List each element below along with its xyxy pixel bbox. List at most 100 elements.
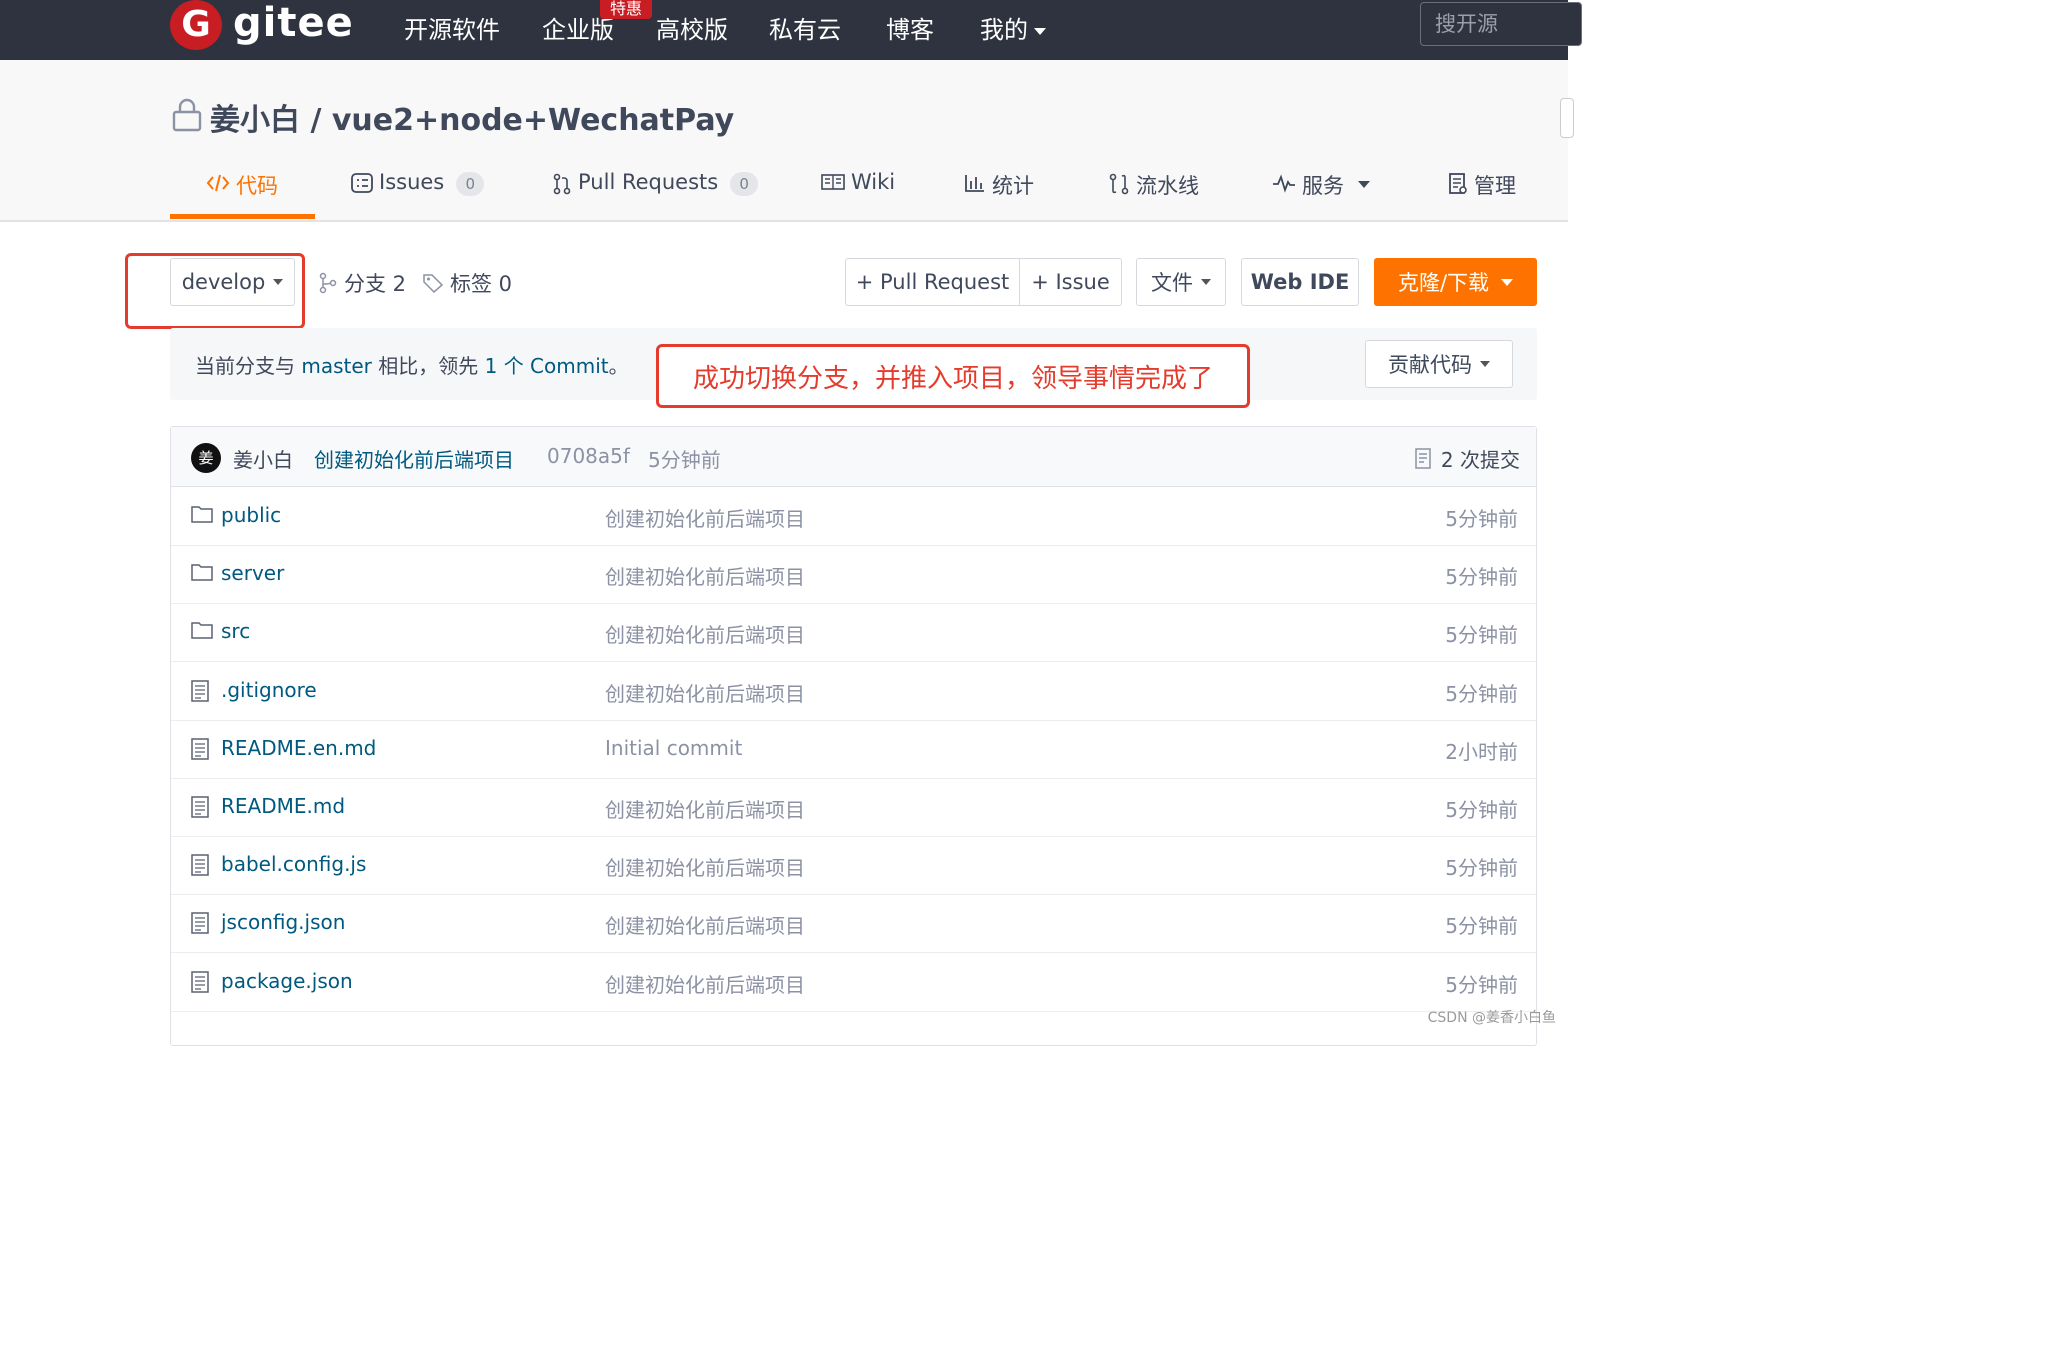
file-icon [191, 854, 209, 880]
commit-message-link[interactable]: 创建初始化前后端项目 [314, 444, 514, 473]
commit-author[interactable]: 姜小白 [233, 444, 293, 473]
file-commit-message[interactable]: 创建初始化前后端项目 [605, 503, 805, 532]
file-commit-message[interactable]: 创建初始化前后端项目 [605, 619, 805, 648]
file-row[interactable]: babel.config.js 创建初始化前后端项目 5分钟前 [171, 836, 1536, 896]
service-icon [1273, 174, 1295, 193]
branch-compare-text: 当前分支与 master 相比，领先 1 个 Commit。 [195, 350, 629, 379]
avatar[interactable]: 姜 [191, 443, 221, 473]
file-name-link[interactable]: babel.config.js [221, 852, 366, 876]
chevron-down-icon [1480, 361, 1490, 367]
tab-service[interactable]: 服务 [1272, 170, 1370, 216]
tab-pipeline[interactable]: 流水线 [1108, 170, 1199, 216]
new-pull-request-button[interactable]: + Pull Request [845, 258, 1020, 306]
search-box[interactable] [1420, 2, 1582, 46]
commit-count: 2 次提交 [1440, 448, 1520, 472]
file-name-link[interactable]: README.en.md [221, 736, 376, 760]
file-row[interactable]: public 创建初始化前后端项目 5分钟前 [171, 487, 1536, 546]
nav-private-cloud[interactable]: 私有云 [769, 10, 841, 45]
file-commit-time: 5分钟前 [1445, 972, 1518, 997]
chevron-down-icon [1201, 279, 1211, 285]
file-name-link[interactable]: public [221, 503, 281, 527]
promo-badge: 特惠 [600, 0, 652, 19]
issues-icon [351, 173, 373, 193]
tab-issues[interactable]: Issues 0 [351, 170, 485, 216]
file-commit-message[interactable]: 创建初始化前后端项目 [605, 969, 805, 998]
tab-code-label: 代码 [236, 174, 278, 198]
search-input[interactable] [1433, 11, 1567, 37]
file-commit-message[interactable]: 创建初始化前后端项目 [605, 910, 805, 939]
commit-count-link[interactable]: 2 次提交 [1415, 444, 1520, 473]
file-name-link[interactable]: server [221, 561, 284, 585]
pull-request-icon [553, 173, 571, 195]
clone-download-button[interactable]: 克隆/下载 [1374, 258, 1537, 306]
logo-text[interactable]: gitee [233, 0, 354, 46]
web-ide-button[interactable]: Web IDE [1241, 258, 1359, 306]
tab-pull-requests-label: Pull Requests [578, 170, 719, 194]
commits-icon [1415, 447, 1431, 469]
file-row[interactable]: server 创建初始化前后端项目 5分钟前 [171, 545, 1536, 605]
compare-branch-link[interactable]: master [301, 354, 372, 378]
stats-icon [965, 175, 984, 192]
annotation-box-message: 成功切换分支，并推入项目，领导事情完成了 [656, 344, 1250, 408]
file-commit-message[interactable]: 创建初始化前后端项目 [605, 678, 805, 707]
branches-link[interactable]: 分支 2 [318, 268, 406, 298]
file-commit-time: 2小时前 [1445, 739, 1518, 764]
file-name-link[interactable]: .gitignore [221, 678, 317, 702]
repo-title[interactable]: 姜小白 / vue2+node+WechatPay [210, 95, 734, 139]
file-commit-time: 5分钟前 [1445, 565, 1518, 590]
nav-mine[interactable]: 我的 [980, 10, 1046, 45]
file-icon [191, 912, 209, 938]
gitee-logo-icon[interactable]: G [170, 0, 222, 50]
tag-icon [423, 274, 444, 293]
file-commit-time: 5分钟前 [1445, 856, 1518, 881]
file-name-link[interactable]: src [221, 619, 250, 643]
file-commit-message[interactable]: 创建初始化前后端项目 [605, 794, 805, 823]
compare-suffix: 。 [608, 354, 629, 378]
file-commit-time: 5分钟前 [1445, 623, 1518, 648]
file-row[interactable]: jsconfig.json 创建初始化前后端项目 5分钟前 [171, 894, 1536, 954]
lock-icon [172, 98, 202, 132]
tab-wiki-label: Wiki [851, 170, 896, 194]
file-row[interactable]: src 创建初始化前后端项目 5分钟前 [171, 603, 1536, 663]
compare-commits-link[interactable]: 1 个 Commit [485, 354, 609, 378]
file-commit-message[interactable]: 创建初始化前后端项目 [605, 561, 805, 590]
file-commit-message[interactable]: Initial commit [605, 736, 742, 760]
nav-open-source[interactable]: 开源软件 [404, 10, 500, 45]
side-button-stub[interactable] [1560, 98, 1574, 138]
commit-time: 5分钟前 [648, 448, 721, 472]
tab-service-label: 服务 [1302, 174, 1344, 198]
file-icon [191, 679, 209, 706]
file-row[interactable]: .gitignore 创建初始化前后端项目 5分钟前 [171, 662, 1536, 721]
file-commit-time: 5分钟前 [1445, 507, 1518, 531]
file-row[interactable]: README.md 创建初始化前后端项目 5分钟前 [171, 778, 1536, 837]
compare-middle: 相比，领先 [371, 354, 485, 378]
file-commit-time: 5分钟前 [1445, 798, 1518, 822]
tab-wiki[interactable]: Wiki [821, 170, 895, 216]
file-commit-time: 5分钟前 [1445, 681, 1518, 706]
file-commit-message[interactable]: 创建初始化前后端项目 [605, 852, 805, 881]
tags-count: 标签 0 [450, 272, 513, 296]
tab-manage-label: 管理 [1474, 174, 1516, 198]
tab-stats[interactable]: 统计 [964, 170, 1034, 216]
tab-pull-requests[interactable]: Pull Requests 0 [552, 170, 759, 216]
clone-download-label: 克隆/下载 [1397, 271, 1490, 295]
file-row[interactable]: README.en.md Initial commit 2小时前 [171, 720, 1536, 779]
tab-manage[interactable]: 管理 [1448, 170, 1516, 216]
branches-count: 分支 2 [344, 272, 407, 296]
folder-icon [191, 621, 213, 643]
tab-issues-label: Issues [379, 170, 445, 194]
file-menu-button[interactable]: 文件 [1136, 258, 1226, 306]
chevron-down-icon [1034, 27, 1046, 35]
file-row[interactable]: package.json 创建初始化前后端项目 5分钟前 [171, 953, 1536, 1012]
nav-blog[interactable]: 博客 [886, 10, 934, 45]
file-name-link[interactable]: README.md [221, 794, 345, 818]
nav-education[interactable]: 高校版 [656, 10, 728, 45]
tab-code[interactable]: 代码 [206, 170, 278, 216]
commit-hash[interactable]: 0708a5f [547, 444, 630, 468]
contribute-button[interactable]: 贡献代码 [1365, 340, 1513, 388]
file-name-link[interactable]: jsconfig.json [221, 910, 345, 934]
new-issue-button[interactable]: + Issue [1019, 258, 1122, 306]
file-name-link[interactable]: package.json [221, 969, 353, 993]
top-navbar: G gitee 开源软件 企业版 特惠 高校版 私有云 博客 我的 [0, 0, 1582, 60]
tags-link[interactable]: 标签 0 [422, 268, 512, 298]
